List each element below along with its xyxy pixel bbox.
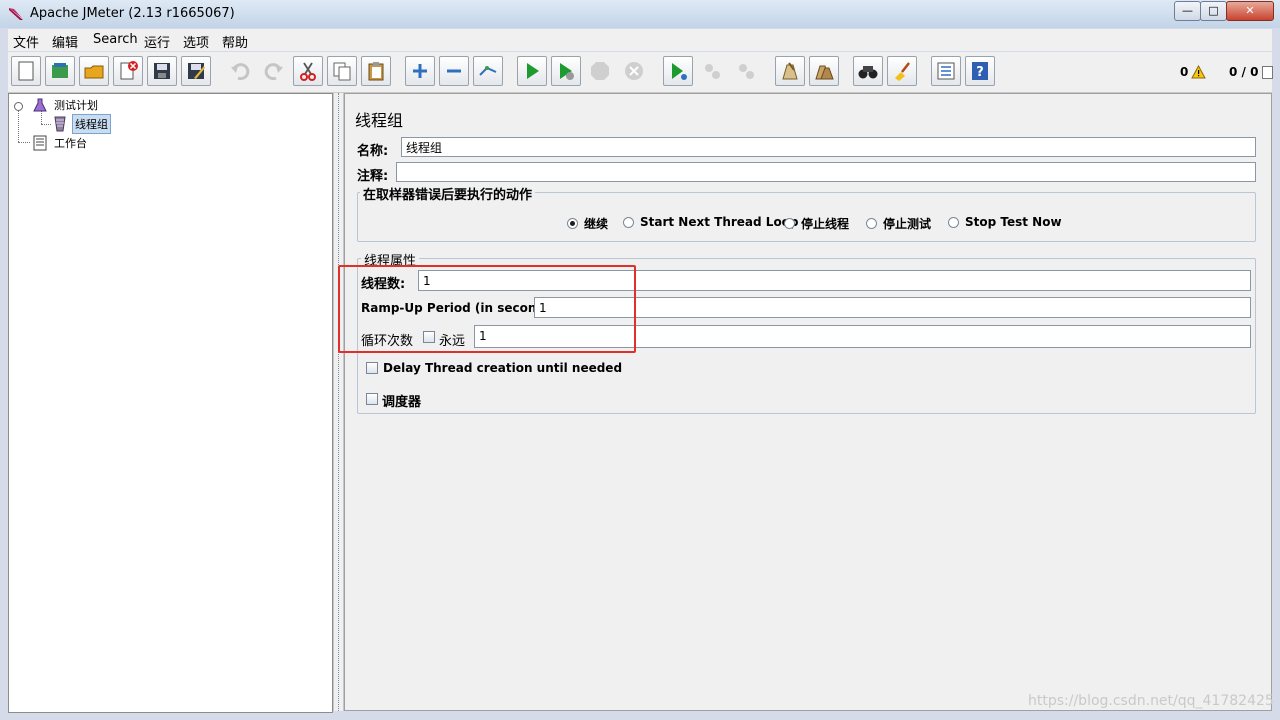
templates-icon[interactable] <box>45 56 75 86</box>
workbench-icon <box>33 135 47 151</box>
sampler-error-title: 在取样器错误后要执行的动作 <box>360 184 536 203</box>
new-icon[interactable] <box>11 56 41 86</box>
menu-run[interactable]: 运行 <box>144 32 170 51</box>
tree-node-test-plan[interactable]: 测试计划 <box>32 96 100 114</box>
clear-all-icon[interactable] <box>809 56 839 86</box>
menu-edit[interactable]: 编辑 <box>52 32 78 51</box>
running-indicator <box>1262 66 1273 79</box>
radio-stop-thread[interactable]: 停止线程 <box>784 215 849 232</box>
radio-dot[interactable] <box>623 216 634 228</box>
toolbar: ? 0 0 / 0 <box>8 52 1273 93</box>
name-label: 名称: <box>357 144 389 159</box>
pane-splitter-grip[interactable] <box>338 93 340 711</box>
tree-node-thread-group[interactable]: 线程组 <box>52 114 111 134</box>
close-button[interactable]: ✕ <box>1226 1 1274 21</box>
radio-stop-test-now[interactable]: Stop Test Now <box>948 215 1062 229</box>
tree-guide-line <box>18 142 30 143</box>
test-plan-tree[interactable] <box>8 93 333 713</box>
radio-stop-test[interactable]: 停止测试 <box>866 215 931 232</box>
svg-text:?: ? <box>976 65 984 80</box>
menu-search[interactable]: Search <box>93 32 138 47</box>
radio-label: Start Next Thread Loop <box>640 215 799 229</box>
clear-icon[interactable] <box>775 56 805 86</box>
name-input[interactable]: 线程组 <box>401 137 1256 157</box>
radio-label: 停止线程 <box>801 217 850 231</box>
tree-guide-line <box>18 106 19 142</box>
radio-dot[interactable] <box>948 216 959 228</box>
minimize-button[interactable]: — <box>1174 1 1201 21</box>
undo-icon[interactable] <box>225 56 255 86</box>
radio-dot-selected[interactable] <box>567 218 578 229</box>
maximize-button[interactable]: □ <box>1200 1 1227 21</box>
redo-icon[interactable] <box>259 56 289 86</box>
reset-search-icon[interactable] <box>887 56 917 86</box>
tree-expand-handle[interactable] <box>14 102 23 111</box>
watermark-text: https://blog.csdn.net/qq_41782425 <box>1028 693 1274 709</box>
help-icon[interactable]: ? <box>965 56 995 86</box>
scheduler-checkbox[interactable] <box>366 393 378 405</box>
delay-thread-label: Delay Thread creation until needed <box>383 361 623 375</box>
radio-dot[interactable] <box>784 218 795 229</box>
expand-icon[interactable] <box>405 56 435 86</box>
thread-group-icon <box>54 116 66 132</box>
open-icon[interactable] <box>79 56 109 86</box>
panel-title: 线程组 <box>355 111 404 130</box>
search-icon[interactable] <box>853 56 883 86</box>
copy-icon[interactable] <box>327 56 357 86</box>
jmeter-window: Apache JMeter (2.13 r1665067) — □ ✕ 文件 编… <box>0 0 1280 720</box>
title-bar[interactable]: Apache JMeter (2.13 r1665067) — □ ✕ <box>0 0 1280 28</box>
start-no-pause-icon[interactable] <box>551 56 581 86</box>
save-as-icon[interactable] <box>181 56 211 86</box>
menu-options[interactable]: 选项 <box>183 32 209 51</box>
cut-icon[interactable] <box>293 56 323 86</box>
comment-label: 注释: <box>357 169 389 184</box>
radio-label: Stop Test Now <box>965 215 1062 229</box>
highlight-annotation-box <box>338 265 636 353</box>
radio-continue[interactable]: 继续 <box>567 215 608 232</box>
comment-input[interactable] <box>396 162 1256 182</box>
error-count: 0 <box>1180 65 1189 79</box>
window-title: Apache JMeter (2.13 r1665067) <box>30 6 235 21</box>
radio-label: 停止测试 <box>883 217 932 231</box>
remote-start-icon[interactable] <box>663 56 693 86</box>
paste-icon[interactable] <box>361 56 391 86</box>
radio-label: 继续 <box>584 217 609 231</box>
remote-stop-icon[interactable] <box>697 56 727 86</box>
shutdown-icon[interactable] <box>619 56 649 86</box>
tree-node-label: 工作台 <box>54 137 87 150</box>
collapse-icon[interactable] <box>439 56 469 86</box>
stop-icon[interactable] <box>585 56 615 86</box>
function-helper-icon[interactable] <box>931 56 961 86</box>
radio-start-next-loop[interactable]: Start Next Thread Loop <box>623 215 799 229</box>
test-plan-icon <box>33 98 47 112</box>
menu-bar: 文件 编辑 Search 运行 选项 帮助 <box>8 29 1272 51</box>
scheduler-label: 调度器 <box>382 395 422 410</box>
jmeter-feather-icon <box>9 8 23 20</box>
toggle-icon[interactable] <box>473 56 503 86</box>
thread-group-panel: 线程组 名称: 线程组 注释: 在取样器错误后要执行的动作 继续 Start N… <box>344 93 1272 711</box>
delay-thread-checkbox[interactable] <box>366 362 378 374</box>
radio-dot[interactable] <box>866 218 877 229</box>
start-icon[interactable] <box>517 56 547 86</box>
tree-node-workbench[interactable]: 工作台 <box>32 134 89 152</box>
tree-node-label: 测试计划 <box>54 99 98 112</box>
rampup-input[interactable]: 1 <box>534 297 1251 318</box>
tree-guide-line <box>41 124 51 125</box>
save-icon[interactable] <box>147 56 177 86</box>
warning-icon[interactable] <box>1191 65 1206 79</box>
remote-shutdown-icon[interactable] <box>731 56 761 86</box>
menu-help[interactable]: 帮助 <box>222 32 248 51</box>
menu-file[interactable]: 文件 <box>13 32 39 51</box>
close-file-icon[interactable] <box>113 56 143 86</box>
thread-count: 0 / 0 <box>1229 65 1259 79</box>
tree-node-label: 线程组 <box>72 114 111 134</box>
